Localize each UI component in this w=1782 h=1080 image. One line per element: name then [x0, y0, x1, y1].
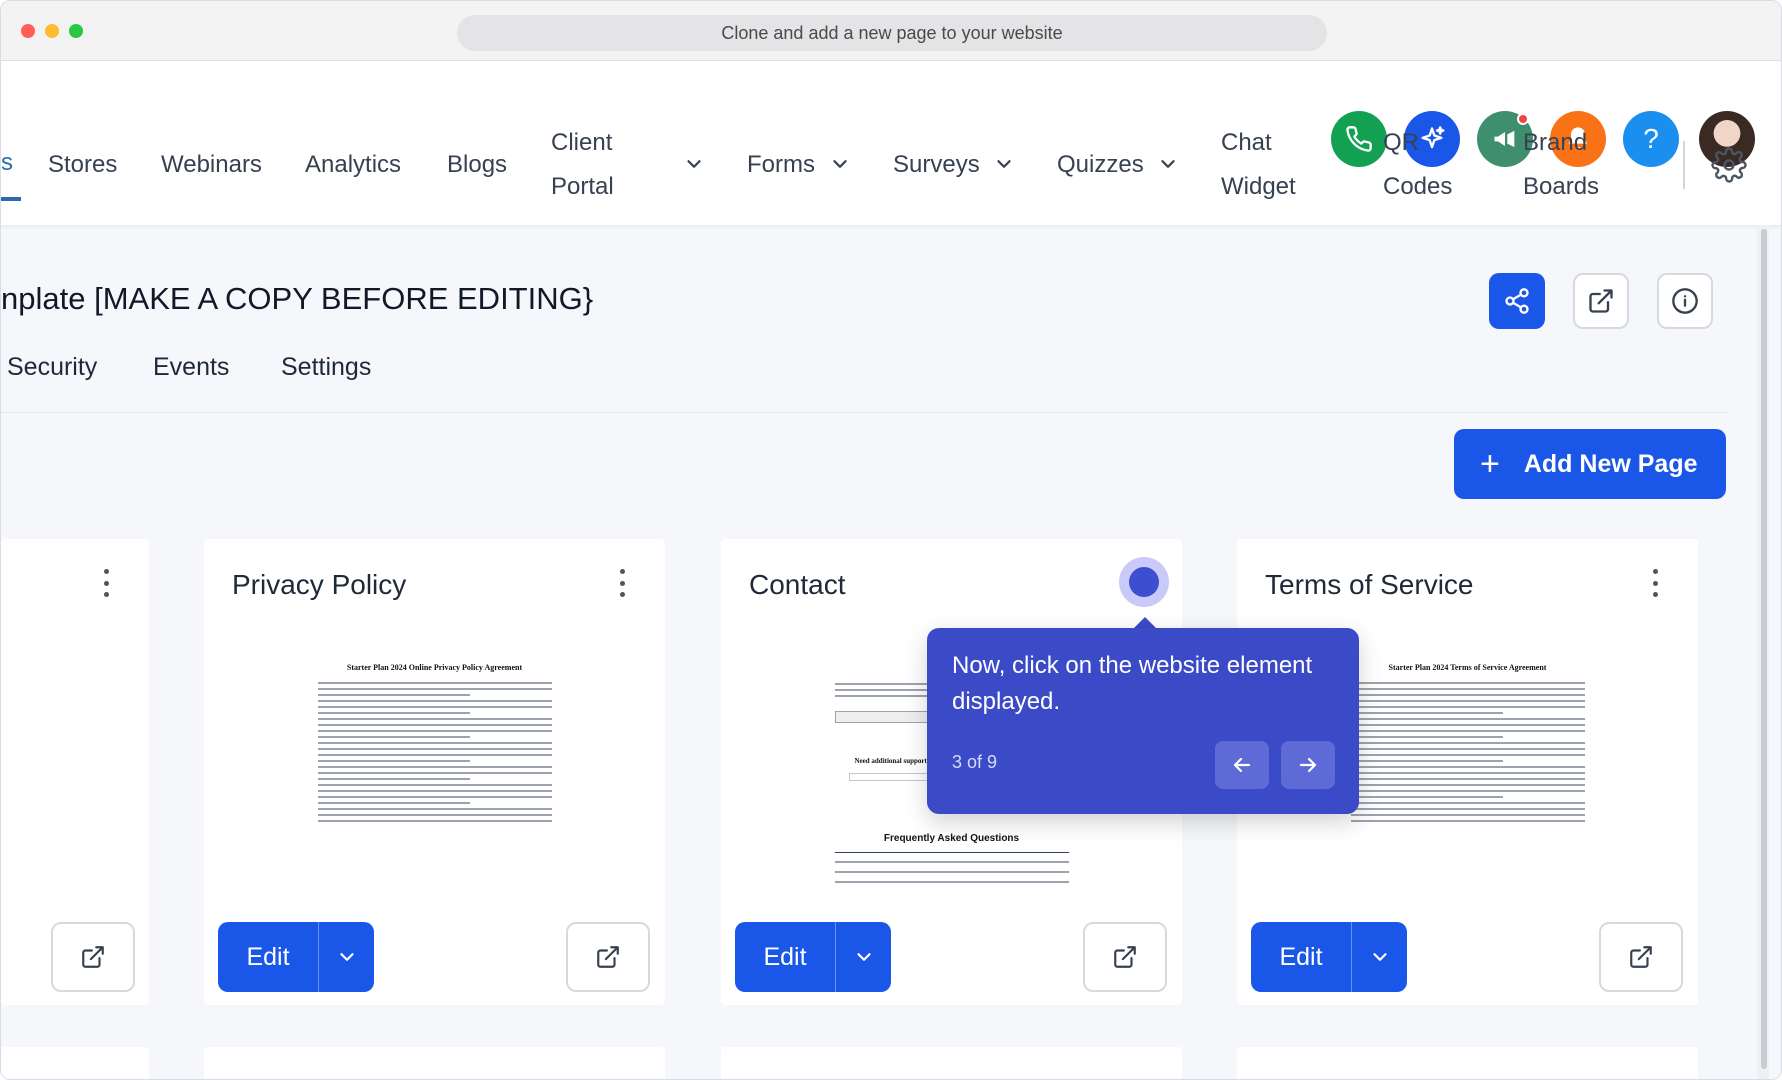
- tooltip-step-counter: 3 of 9: [952, 752, 998, 772]
- edit-button[interactable]: Edit: [218, 922, 318, 992]
- nav-divider: [1683, 141, 1685, 189]
- nav-item-active[interactable]: s: [1, 149, 13, 177]
- nav-item-brand-boards-line2[interactable]: Boards: [1523, 165, 1599, 209]
- thumbnail-doc-title: Starter Plan 2024 Terms of Service Agree…: [1388, 663, 1547, 672]
- preview-button[interactable]: [1083, 922, 1167, 992]
- page-card: [1, 1047, 149, 1079]
- open-external-button[interactable]: [1573, 273, 1629, 329]
- edit-options-button[interactable]: [836, 922, 891, 992]
- nav-item-qr-codes-line2[interactable]: Codes: [1383, 165, 1452, 209]
- more-options-icon[interactable]: [1650, 569, 1660, 597]
- card-title: Privacy Policy: [232, 569, 407, 600]
- chevron-down-icon[interactable]: [1157, 153, 1179, 175]
- share-button[interactable]: [1489, 273, 1545, 329]
- page-thumbnail[interactable]: Starter Plan 2024 Online Privacy Policy …: [309, 647, 560, 897]
- chevron-down-icon: [1372, 953, 1387, 961]
- tabs-divider: [1, 412, 1727, 413]
- nav-item-client-portal-line2[interactable]: Portal: [551, 165, 614, 209]
- minimize-window-button[interactable]: [45, 24, 59, 38]
- edit-button-group: Edit: [1251, 922, 1407, 992]
- page-card: [721, 1047, 1182, 1079]
- nav-item-chat-widget-line1[interactable]: Chat: [1221, 121, 1272, 165]
- page-thumbnail[interactable]: Starter Plan 2024 Terms of Service Agree…: [1342, 647, 1593, 897]
- nav-item-qr-codes-line1[interactable]: QR: [1383, 121, 1419, 165]
- tooltip-next-button[interactable]: [1281, 741, 1335, 789]
- preview-button[interactable]: [566, 922, 650, 992]
- page-card: [1237, 1047, 1698, 1079]
- nav-item-forms[interactable]: Forms: [747, 143, 815, 187]
- edit-button[interactable]: Edit: [735, 922, 835, 992]
- address-bar[interactable]: Clone and add a new page to your website: [457, 15, 1327, 51]
- external-link-icon: [597, 946, 619, 968]
- chevron-down-icon: [856, 953, 871, 961]
- more-options-icon[interactable]: [617, 569, 627, 597]
- edit-options-button[interactable]: [1352, 922, 1407, 992]
- nav-item-surveys[interactable]: Surveys: [893, 143, 980, 187]
- add-new-page-button[interactable]: + Add New Page: [1454, 429, 1726, 499]
- edit-button-group: Edit: [735, 922, 891, 992]
- gear-icon[interactable]: [1711, 147, 1747, 183]
- external-link-icon: [1589, 289, 1613, 313]
- edit-button-group: Edit: [218, 922, 374, 992]
- chevron-down-icon[interactable]: [993, 153, 1015, 175]
- info-icon: [1672, 288, 1698, 314]
- nav-item-stores[interactable]: Stores: [48, 143, 117, 187]
- chevron-down-icon[interactable]: [683, 153, 705, 175]
- plus-icon: +: [1480, 445, 1500, 483]
- guide-tooltip: Now, click on the website element displa…: [927, 628, 1359, 814]
- help-button[interactable]: ?: [1623, 111, 1679, 167]
- nav-item-quizzes[interactable]: Quizzes: [1057, 143, 1144, 187]
- phone-icon: [1346, 126, 1372, 152]
- nav-item-analytics[interactable]: Analytics: [305, 143, 401, 187]
- tab-settings[interactable]: Settings: [281, 353, 371, 382]
- edit-options-button[interactable]: [319, 922, 374, 992]
- nav-item-client-portal-line1[interactable]: Client: [551, 121, 612, 165]
- page-card: [1, 539, 149, 1005]
- arrow-right-icon: [1299, 757, 1317, 773]
- preview-button[interactable]: [51, 922, 135, 992]
- page-card: [204, 1047, 665, 1079]
- megaphone-icon: [1494, 130, 1515, 148]
- nav-active-indicator: [1, 197, 21, 201]
- phone-button[interactable]: [1331, 111, 1387, 167]
- scrollbar-thumb[interactable]: [1761, 229, 1767, 1069]
- nav-item-blogs[interactable]: Blogs: [447, 143, 507, 187]
- chevron-down-icon: [339, 953, 354, 961]
- sparkle-icon: [1421, 126, 1445, 149]
- title-bar: Clone and add a new page to your website: [1, 1, 1781, 61]
- tooltip-text: Now, click on the website element displa…: [952, 652, 1313, 715]
- share-icon: [1505, 288, 1529, 314]
- nav-item-brand-boards-line1[interactable]: Brand: [1523, 121, 1587, 165]
- maximize-window-button[interactable]: [69, 24, 83, 38]
- more-options-icon[interactable]: [101, 569, 111, 597]
- arrow-left-icon: [1233, 757, 1251, 773]
- top-navigation: ?: [1, 61, 1781, 225]
- page-card-privacy-policy: Privacy Policy Starter Plan 2024 Online …: [204, 539, 665, 1005]
- external-link-icon: [1630, 946, 1652, 968]
- tooltip-previous-button[interactable]: [1215, 741, 1269, 789]
- nav-item-chat-widget-line2[interactable]: Widget: [1221, 165, 1296, 209]
- close-window-button[interactable]: [21, 24, 35, 38]
- guide-hotspot[interactable]: [1119, 557, 1169, 607]
- info-button[interactable]: [1657, 273, 1713, 329]
- card-title: Contact: [749, 569, 846, 600]
- tab-events[interactable]: Events: [153, 353, 229, 382]
- preview-button[interactable]: [1599, 922, 1683, 992]
- thumbnail-doc-title: Starter Plan 2024 Online Privacy Policy …: [346, 663, 523, 672]
- thumbnail-faq-title: Frequently Asked Questions: [883, 833, 1020, 844]
- external-link-icon: [1114, 946, 1136, 968]
- tab-security[interactable]: Security: [7, 353, 97, 382]
- help-icon: ?: [1643, 123, 1659, 154]
- card-title: Terms of Service: [1265, 569, 1474, 600]
- page-title: nplate [MAKE A COPY BEFORE EDITING}: [1, 281, 594, 316]
- external-link-icon: [82, 946, 104, 968]
- chevron-down-icon[interactable]: [829, 153, 851, 175]
- add-new-page-label: Add New Page: [1523, 449, 1698, 478]
- edit-button[interactable]: Edit: [1251, 922, 1351, 992]
- nav-item-webinars[interactable]: Webinars: [161, 143, 262, 187]
- browser-window: Clone and add a new page to your website…: [0, 0, 1782, 1080]
